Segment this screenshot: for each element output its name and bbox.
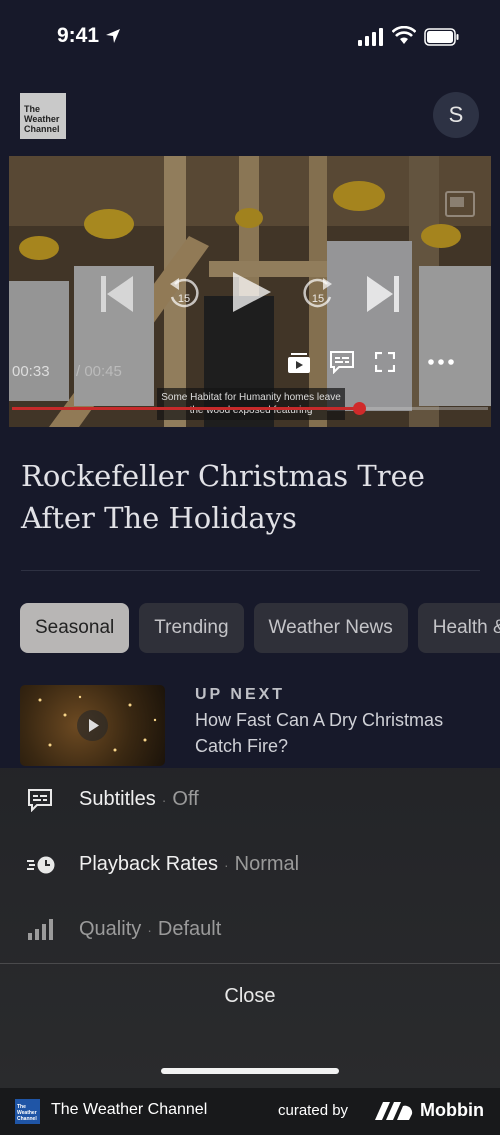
rewind-seconds-label: 15	[178, 293, 190, 305]
subtitles-label: Subtitles	[79, 788, 156, 810]
wifi-icon	[392, 26, 416, 44]
chip-health[interactable]: Health &	[417, 603, 500, 653]
rewind-15-button[interactable]: 15	[167, 274, 201, 314]
chip-trending[interactable]: Trending	[139, 603, 244, 653]
separator: ·	[161, 792, 167, 808]
quality-value: Default	[157, 918, 222, 940]
subtitles-value: Off	[172, 788, 199, 810]
subtitles-icon	[28, 789, 52, 812]
playback-rate-icon	[27, 856, 55, 874]
fullscreen-icon[interactable]	[375, 352, 395, 372]
playback-rates-value: Normal	[234, 853, 300, 875]
video-title: Rockefeller Christmas Tree After The Hol…	[21, 459, 425, 535]
quality-signal-icon	[28, 919, 53, 940]
video-queue-icon[interactable]	[287, 352, 311, 374]
playback-rates-option[interactable]: Playback Rates · Normal	[0, 833, 500, 897]
separator: ·	[223, 857, 229, 873]
category-chips: Seasonal Trending Weather News Health &	[20, 603, 500, 653]
app-name: The Weather Channel	[51, 1101, 208, 1118]
play-button[interactable]	[229, 270, 273, 314]
chip-weather-news[interactable]: Weather News	[253, 603, 408, 653]
playback-rates-label: Playback Rates	[79, 853, 218, 875]
cellular-signal-icon	[358, 28, 383, 46]
forward-15-button[interactable]: 15	[301, 274, 335, 314]
status-time: 9:41	[57, 24, 100, 47]
curated-by-label: curated by	[278, 1102, 349, 1119]
mobbin-logo-icon	[375, 1102, 413, 1120]
mobbin-brand: Mobbin	[420, 1100, 484, 1120]
battery-icon	[424, 28, 459, 46]
quality-label: Quality	[79, 918, 142, 940]
captions-icon[interactable]	[329, 350, 355, 374]
profile-avatar-button[interactable]: S	[433, 92, 479, 138]
more-options-icon[interactable]	[427, 358, 455, 366]
sheet-divider	[0, 963, 500, 964]
app-header: The Weather Channel S	[0, 75, 500, 155]
status-bar: 9:41	[0, 0, 500, 75]
attribution-footer: The Weather Channel The Weather Channel …	[0, 1088, 500, 1135]
video-caption: Some Habitat for Humanity homes leave th…	[157, 388, 345, 420]
up-next-label: UP NEXT	[195, 686, 286, 703]
chip-seasonal[interactable]: Seasonal	[20, 603, 130, 653]
app-logo: The Weather Channel	[15, 1099, 40, 1124]
location-arrow-icon	[106, 29, 120, 43]
next-button[interactable]	[367, 274, 399, 314]
quality-option[interactable]: Quality · Default	[0, 898, 500, 962]
divider	[21, 570, 480, 571]
player-settings-sheet: Subtitles · Off Playback Rates · Normal Qual…	[0, 768, 500, 1088]
home-indicator	[161, 1068, 339, 1074]
thumbnail-play-icon	[77, 710, 108, 741]
forward-seconds-label: 15	[312, 293, 324, 305]
separator: ·	[147, 922, 152, 938]
close-button[interactable]: Close	[0, 974, 500, 1018]
subtitles-option[interactable]: Subtitles · Off	[0, 768, 500, 832]
video-player[interactable]: 15 15 00:33 / 00:45 Some Habitat for Hum…	[9, 156, 491, 427]
up-next-thumbnail[interactable]	[20, 685, 165, 766]
previous-button[interactable]	[101, 274, 133, 314]
current-time: 00:33	[12, 363, 50, 380]
weather-channel-logo[interactable]: The Weather Channel	[20, 93, 66, 139]
video-progress-fill	[12, 407, 360, 410]
pip-icon[interactable]	[445, 191, 475, 217]
total-time: / 00:45	[76, 363, 122, 380]
up-next-title[interactable]: How Fast Can A Dry Christmas Catch Fire?	[195, 707, 485, 759]
video-progress-bar[interactable]	[12, 402, 488, 415]
